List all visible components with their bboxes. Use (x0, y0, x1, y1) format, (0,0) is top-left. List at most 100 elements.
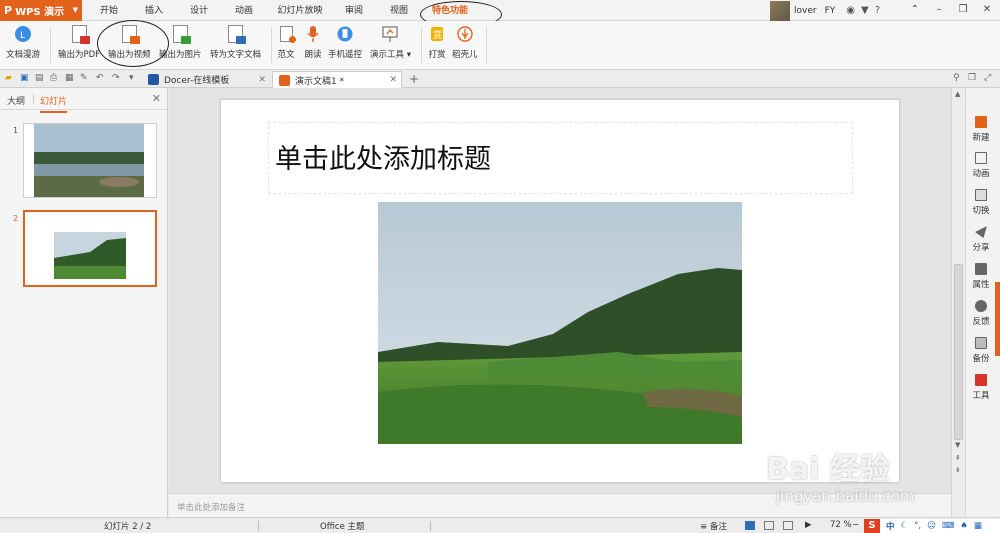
keyboard-icon[interactable]: ⌨ (942, 521, 954, 531)
slide-thumbnail-2[interactable] (23, 210, 157, 287)
skin-icon[interactable]: ♠ (960, 521, 968, 531)
toolbox-icon[interactable]: ▦ (974, 521, 982, 531)
slideshow-play-icon[interactable]: ▶ (805, 520, 812, 530)
fullscreen-icon[interactable]: ⤢ (984, 73, 991, 83)
emoji-icon[interactable]: ☺ (927, 521, 936, 531)
skin-icon[interactable]: ◉ (846, 5, 855, 16)
ribbon: L 文档漫游 输出为PDF 输出为视频 输出为图片 转为文字文档 范文 朗读 手… (0, 20, 1000, 70)
lake-photo-thumbnail (24, 124, 156, 197)
presentation-file-icon (279, 74, 290, 86)
tab-slides[interactable]: 幻灯片 (40, 94, 68, 113)
tab-special-features[interactable]: 特色功能 (425, 0, 475, 21)
user-name[interactable]: lover (794, 6, 817, 16)
read-aloud-button[interactable]: 朗读 (303, 24, 323, 64)
to-text-doc-button[interactable]: 转为文字文档 (210, 24, 261, 64)
doc-tab-docer[interactable]: Docer-在线模板 ✕ (142, 71, 270, 88)
title-placeholder[interactable]: 单击此处添加标题 (268, 122, 853, 194)
close-tab-icon[interactable]: ✕ (389, 75, 397, 85)
close-icon[interactable]: ✕ (978, 0, 996, 21)
export-video-button[interactable]: 输出为视频 (108, 24, 151, 64)
export-image-button[interactable]: 输出为图片 (159, 24, 202, 64)
moon-icon[interactable]: ☾ (901, 521, 909, 531)
field-photo-thumbnail (25, 212, 155, 285)
previous-slide-icon[interactable]: ⇞ (955, 454, 961, 462)
image-export-icon (170, 24, 191, 44)
slide-sorter-view-button[interactable] (764, 521, 774, 530)
export-icon[interactable]: ▤ (35, 73, 44, 83)
tab-outline[interactable]: 大纲 (7, 94, 25, 107)
help-icon[interactable]: ? (875, 5, 880, 16)
doc-tab-presentation[interactable]: 演示文稿1 * ✕ (272, 71, 402, 88)
export-video-label: 输出为视频 (108, 50, 151, 60)
docer-button[interactable]: 稻壳儿 (452, 24, 478, 64)
expand-pane-handle[interactable] (995, 282, 1000, 356)
print-icon[interactable]: ⎙ (50, 73, 57, 83)
doc-roaming-button[interactable]: L 文档漫游 (6, 24, 40, 64)
ribbon-divider (50, 27, 51, 63)
shirt-icon[interactable]: ▼ (861, 5, 869, 16)
zoom-level[interactable]: 72 % (830, 520, 852, 530)
quick-access-dropdown-icon[interactable]: ▾ (129, 73, 134, 83)
app-menu-button[interactable]: 𝗣 WPS 演示 ▼ (0, 0, 82, 21)
right-bar-new[interactable]: 新建 (966, 116, 996, 143)
print-preview-icon[interactable]: ▦ (65, 73, 74, 83)
open-folder-icon[interactable]: ▰ (5, 73, 12, 83)
remote-icon (335, 24, 355, 44)
title-placeholder-text: 单击此处添加标题 (275, 144, 491, 175)
redo-icon[interactable]: ↷ (112, 73, 120, 83)
user-extra[interactable]: FY (825, 6, 836, 16)
notes-toggle[interactable]: ≡ 备注 (700, 520, 727, 532)
document-tab-bar: ▰ ▣ ▤ ⎙ ▦ ✎ ↶ ↷ ▾ Docer-在线模板 ✕ 演示文稿1 * ✕… (0, 70, 1000, 88)
theme-name: Office 主题 (320, 522, 365, 532)
pdf-export-icon (69, 24, 90, 44)
pin-icon[interactable]: ⚲ (953, 73, 960, 83)
right-bar-properties[interactable]: 属性 (966, 263, 996, 290)
slide-thumbnail-1[interactable] (23, 123, 157, 198)
scrollbar-thumb[interactable] (954, 264, 963, 440)
undo-icon[interactable]: ↶ (96, 73, 104, 83)
right-bar-transition[interactable]: 切换 (966, 189, 996, 216)
tab-view[interactable]: 视图 (383, 0, 415, 21)
sogou-ime-bar[interactable]: S 中 ☾ °, ☺ ⌨ ♠ ▦ (864, 519, 1000, 533)
tab-insert[interactable]: 插入 (138, 0, 170, 21)
zoom-out-icon[interactable]: − (852, 520, 859, 530)
close-tab-icon[interactable]: ✕ (258, 75, 266, 85)
current-slide[interactable]: 单击此处添加标题 (221, 100, 899, 482)
format-painter-icon[interactable]: ✎ (80, 73, 88, 83)
vertical-scrollbar[interactable]: ▲ ▼ ⇞ ⇟ (951, 88, 965, 517)
tab-animation[interactable]: 动画 (228, 0, 260, 21)
right-bar-share[interactable]: 分享 (966, 226, 996, 253)
next-slide-icon[interactable]: ⇟ (955, 466, 961, 474)
right-bar-tools[interactable]: 工具 (966, 374, 996, 401)
normal-view-button[interactable] (745, 521, 755, 530)
reward-button[interactable]: 赏 打赏 (427, 24, 447, 64)
scroll-up-icon[interactable]: ▲ (955, 90, 960, 98)
restore-icon[interactable]: ❐ (954, 0, 972, 21)
tab-home[interactable]: 开始 (92, 0, 126, 21)
save-icon[interactable]: ▣ (20, 73, 29, 83)
right-bar-label: 备份 (972, 354, 990, 364)
right-bar-animation[interactable]: 动画 (966, 152, 996, 179)
window-mode-icon[interactable]: ❐ (968, 73, 976, 83)
punctuation-icon[interactable]: °, (914, 521, 921, 531)
export-pdf-button[interactable]: 输出为PDF (58, 24, 100, 64)
scroll-down-icon[interactable]: ▼ (955, 441, 960, 449)
close-pane-icon[interactable]: ✕ (152, 92, 161, 105)
tab-design[interactable]: 设计 (183, 0, 215, 21)
backup-icon (975, 337, 987, 349)
right-bar-feedback[interactable]: 反馈 (966, 300, 996, 327)
landscape-photo[interactable] (378, 202, 742, 444)
new-tab-icon[interactable]: + (409, 72, 419, 86)
tab-review[interactable]: 审阅 (338, 0, 370, 21)
tab-slideshow[interactable]: 幻灯片放映 (272, 0, 328, 21)
ime-mode-indicator[interactable]: 中 (886, 520, 895, 532)
template-button[interactable]: 范文 (276, 24, 296, 64)
minimize-icon[interactable]: – (930, 0, 948, 21)
right-bar-backup[interactable]: 备份 (966, 337, 996, 364)
slide-editor-canvas[interactable]: 单击此处添加标题 (169, 88, 951, 493)
reading-view-button[interactable] (783, 521, 793, 530)
avatar[interactable] (770, 0, 790, 21)
phone-remote-button[interactable]: 手机遥控 (328, 24, 362, 64)
presentation-tool-button[interactable]: 演示工具 ▾ (370, 24, 411, 64)
collapse-ribbon-icon[interactable]: ⌃ (906, 0, 924, 21)
